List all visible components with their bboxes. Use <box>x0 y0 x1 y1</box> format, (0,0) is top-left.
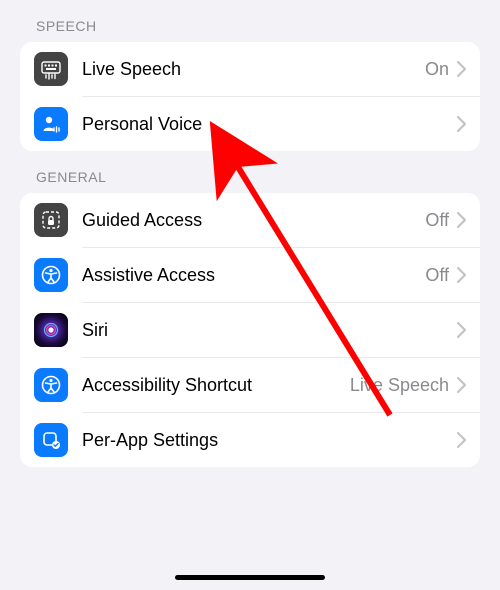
chevron-right-icon <box>457 116 466 132</box>
chevron-right-icon <box>457 322 466 338</box>
row-label: Personal Voice <box>82 114 457 135</box>
chevron-right-icon <box>457 377 466 393</box>
row-label: Live Speech <box>82 59 425 80</box>
row-siri[interactable]: Siri <box>20 303 480 357</box>
accessibility-icon <box>34 368 68 402</box>
person-voice-icon <box>34 107 68 141</box>
row-label: Per-App Settings <box>82 430 457 451</box>
accessibility-icon <box>34 258 68 292</box>
siri-icon <box>34 313 68 347</box>
app-check-icon <box>34 423 68 457</box>
lock-dashed-icon <box>34 203 68 237</box>
section-header-general: GENERAL <box>0 151 500 193</box>
row-label: Guided Access <box>82 210 425 231</box>
row-personal-voice[interactable]: Personal Voice <box>20 97 480 151</box>
row-accessibility-shortcut[interactable]: Accessibility Shortcut Live Speech <box>20 358 480 412</box>
row-value: Off <box>425 210 449 231</box>
card-speech: Live Speech On Personal Voice <box>20 42 480 151</box>
row-value: Off <box>425 265 449 286</box>
row-assistive-access[interactable]: Assistive Access Off <box>20 248 480 302</box>
card-general: Guided Access Off Assistive Access Off <box>20 193 480 467</box>
chevron-right-icon <box>457 61 466 77</box>
chevron-right-icon <box>457 267 466 283</box>
chevron-right-icon <box>457 432 466 448</box>
home-indicator[interactable] <box>175 575 325 580</box>
keyboard-audio-icon <box>34 52 68 86</box>
row-label: Assistive Access <box>82 265 425 286</box>
row-guided-access[interactable]: Guided Access Off <box>20 193 480 247</box>
chevron-right-icon <box>457 212 466 228</box>
row-per-app-settings[interactable]: Per-App Settings <box>20 413 480 467</box>
row-live-speech[interactable]: Live Speech On <box>20 42 480 96</box>
row-value: Live Speech <box>350 375 449 396</box>
row-value: On <box>425 59 449 80</box>
row-label: Accessibility Shortcut <box>82 375 350 396</box>
section-header-speech: SPEECH <box>0 0 500 42</box>
row-label: Siri <box>82 320 457 341</box>
